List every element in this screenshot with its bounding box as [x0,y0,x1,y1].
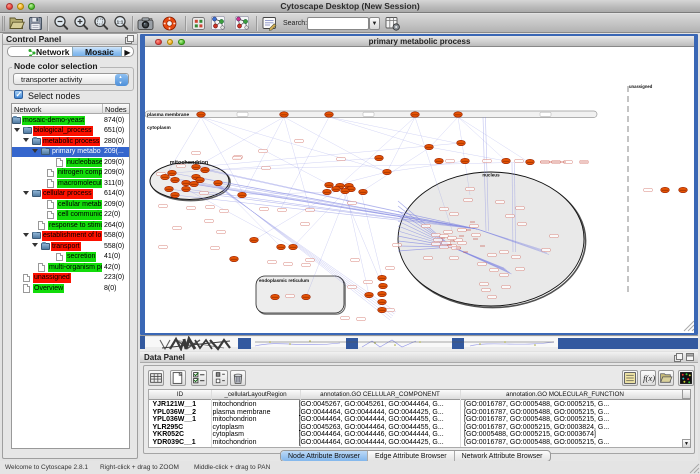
svg-text:nucleus: nucleus [482,173,500,178]
svg-text:mitochondrion: mitochondrion [170,160,209,166]
svg-text:cytoplasm: cytoplasm [147,125,171,131]
svg-text:unassigned: unassigned [629,84,653,89]
svg-text:plasma membrane: plasma membrane [147,112,189,118]
svg-text:1:1: 1:1 [117,19,124,24]
svg-text:f(x): f(x) [643,373,655,383]
svg-text:endoplasmic reticulum: endoplasmic reticulum [259,278,309,283]
